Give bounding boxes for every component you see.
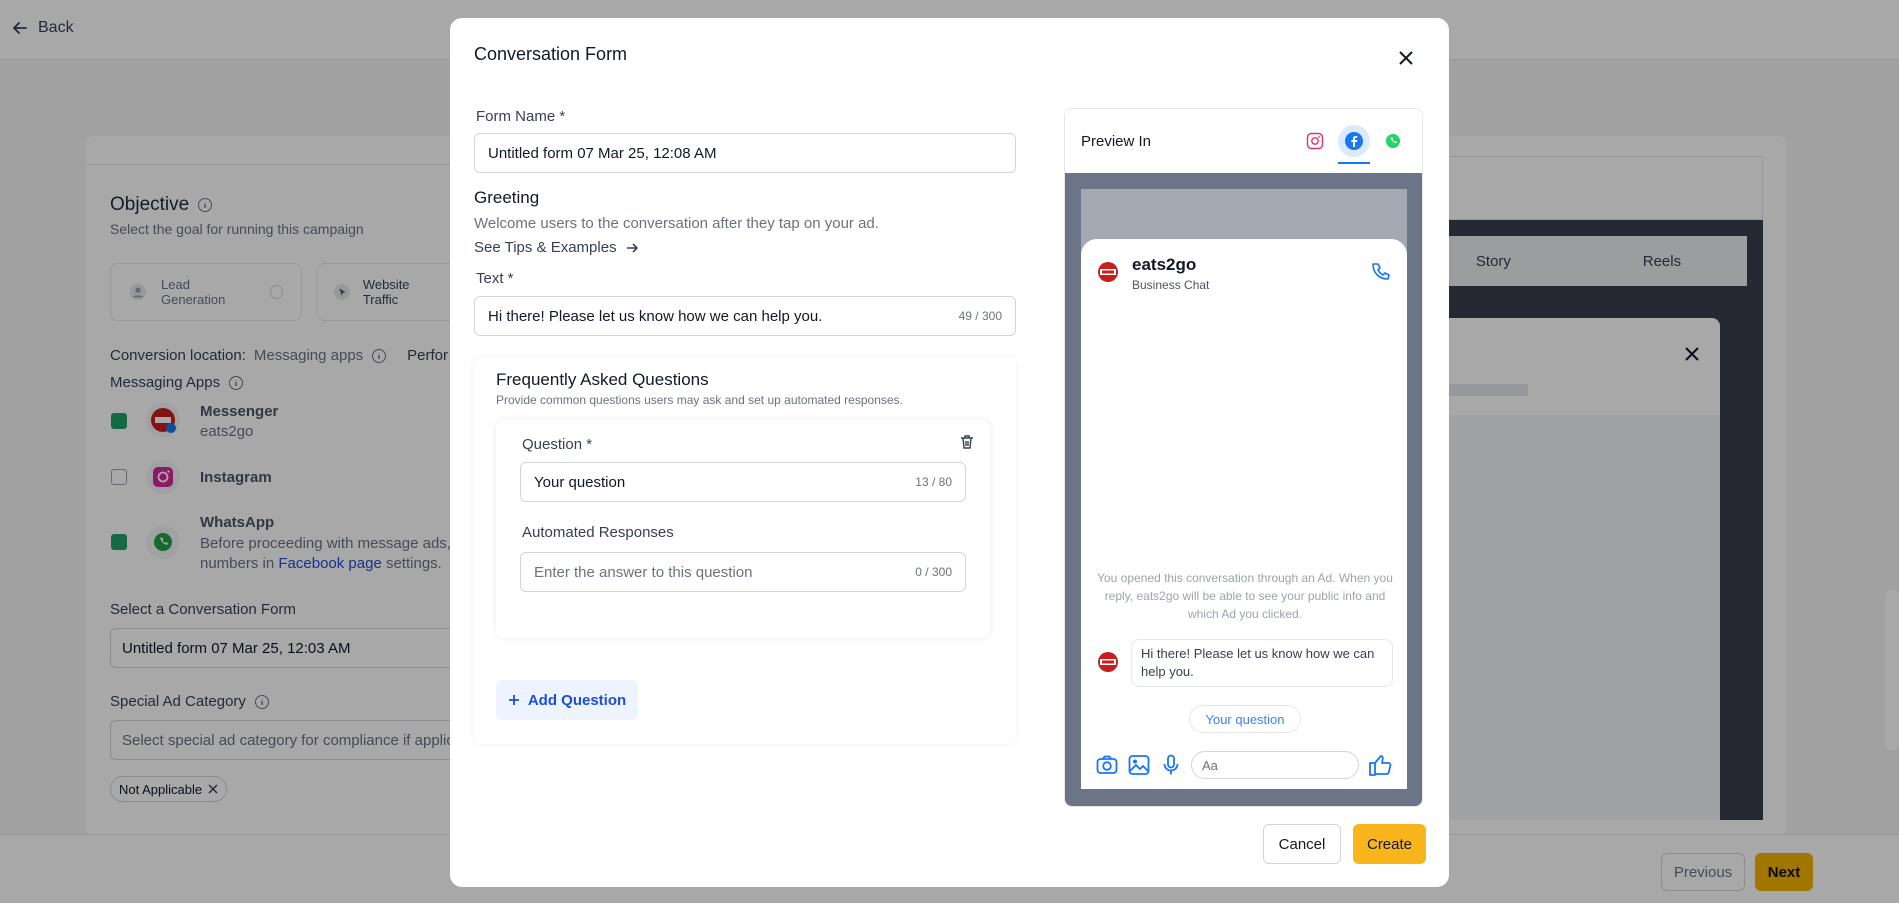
question-card: Question * Your question 13 / 80 Automat…: [496, 420, 990, 638]
response-placeholder: Enter the answer to this question: [534, 563, 753, 581]
add-question-label: Add Question: [527, 691, 627, 709]
camera-icon[interactable]: [1095, 753, 1119, 777]
cancel-button[interactable]: Cancel: [1263, 824, 1341, 864]
plus-icon: [508, 695, 519, 705]
greeting-title: Greeting: [474, 188, 540, 207]
responses-label: Automated Responses: [522, 524, 674, 541]
greeting-text-value: Hi there! Please let us know how we can …: [488, 307, 823, 325]
form-name-label: Form Name *: [476, 108, 566, 125]
eats2go-logo-icon: [1098, 652, 1118, 672]
question-chip[interactable]: Your question: [1189, 705, 1301, 733]
response-input[interactable]: Enter the answer to this question 0 / 30…: [520, 552, 966, 592]
whatsapp-icon: [1386, 134, 1400, 148]
whatsapp-tab[interactable]: [1380, 128, 1406, 154]
greeting-text-input[interactable]: Hi there! Please let us know how we can …: [474, 296, 1016, 336]
preview-header: Preview In: [1065, 109, 1422, 173]
facebook-tab[interactable]: [1338, 125, 1370, 164]
close-button[interactable]: [1394, 46, 1418, 70]
modal-title: Conversation Form: [474, 44, 628, 64]
delete-question-button[interactable]: [959, 434, 975, 455]
trash-icon: [961, 435, 973, 449]
facebook-tab-bg: [1338, 125, 1370, 157]
preview-body: eats2go Business Chat You opened this co…: [1065, 173, 1422, 806]
text-label: Text *: [476, 270, 514, 287]
message-avatar: [1095, 649, 1121, 680]
business-subtitle: Business Chat: [1132, 278, 1210, 292]
active-tab-indicator: [1338, 162, 1370, 164]
composer: Aa: [1095, 751, 1393, 779]
platform-tabs: [1302, 125, 1406, 164]
tips-link-label: See Tips & Examples: [474, 239, 617, 256]
arrow-right-icon: [626, 242, 638, 253]
ad-notice: You opened this conversation through an …: [1097, 571, 1393, 621]
business-name: eats2go: [1132, 255, 1197, 274]
message-placeholder: Aa: [1202, 757, 1218, 773]
conversation-form-modal: Conversation Form Form Name * Untitled f…: [450, 18, 1449, 887]
eats2go-logo-icon: [1096, 260, 1120, 284]
phone-icon: [1372, 263, 1390, 280]
thumbs-up-icon[interactable]: [1367, 752, 1393, 778]
greeting-description: Welcome users to the conversation after …: [474, 215, 879, 232]
form-name-input[interactable]: Untitled form 07 Mar 25, 12:08 AM: [474, 133, 1016, 173]
business-avatar: [1095, 259, 1121, 290]
chat-preview: Preview In eats2go Business Chat You ope…: [1064, 108, 1423, 807]
faq-section: Frequently Asked Questions Provide commo…: [474, 358, 1016, 744]
text-counter: 49 / 300: [958, 309, 1002, 323]
close-icon: [1399, 51, 1413, 65]
response-counter: 0 / 300: [915, 565, 952, 579]
form-name-value: Untitled form 07 Mar 25, 12:08 AM: [488, 144, 717, 162]
preview-title: Preview In: [1081, 132, 1152, 150]
message-input[interactable]: Aa: [1191, 751, 1359, 779]
instagram-tab[interactable]: [1302, 128, 1328, 154]
greeting-bubble: Hi there! Please let us know how we can …: [1131, 639, 1393, 687]
tips-examples-link[interactable]: See Tips & Examples: [474, 239, 639, 256]
question-input[interactable]: Your question 13 / 80: [520, 462, 966, 502]
microphone-icon[interactable]: [1159, 753, 1183, 777]
faq-description: Provide common questions users may ask a…: [496, 393, 903, 407]
create-button[interactable]: Create: [1353, 824, 1426, 864]
call-button[interactable]: [1369, 261, 1391, 288]
phone-screen: eats2go Business Chat You opened this co…: [1081, 239, 1407, 789]
facebook-icon: [1345, 132, 1363, 150]
add-question-button[interactable]: Add Question: [496, 680, 638, 720]
faq-title: Frequently Asked Questions: [496, 370, 709, 389]
instagram-icon: [1306, 132, 1324, 150]
question-counter: 13 / 80: [915, 475, 952, 489]
image-icon[interactable]: [1127, 753, 1151, 777]
question-value: Your question: [534, 473, 626, 491]
question-label: Question *: [522, 436, 593, 453]
